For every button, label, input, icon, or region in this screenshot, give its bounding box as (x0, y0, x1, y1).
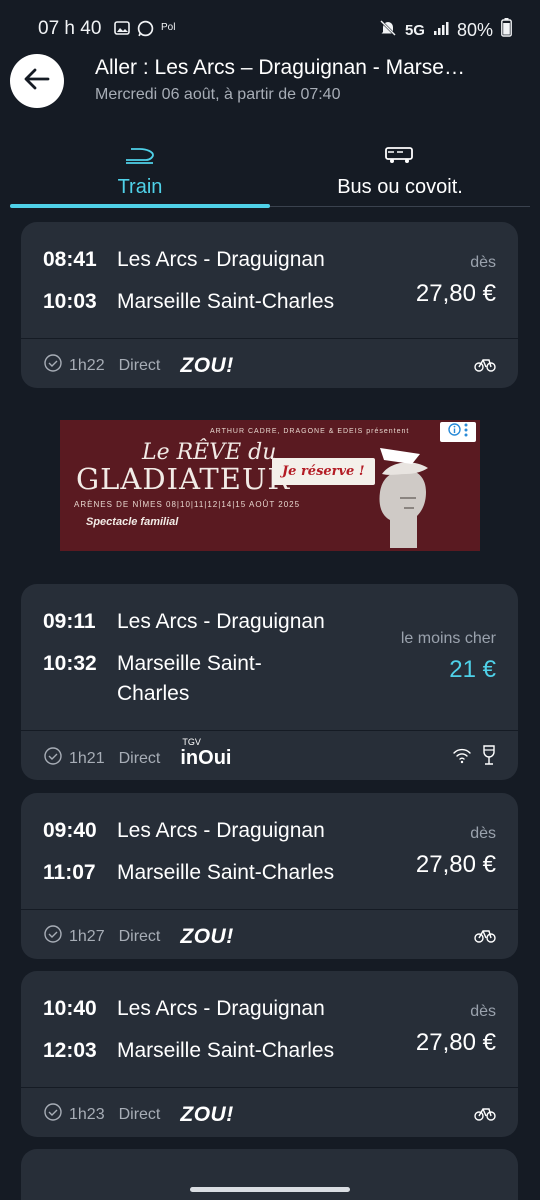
arrival-station-line2: Charles (117, 682, 190, 705)
card-divider (21, 909, 518, 910)
page-title: Aller : Les Arcs – Draguignan - Marse… (95, 56, 465, 79)
ad-presenters: ARTHUR CADRE, DRAGONE & EDEIS présentent (210, 428, 410, 435)
tab-active-indicator (10, 204, 270, 208)
duration: 1h21 (69, 749, 105, 767)
tab-train[interactable]: Train (10, 140, 270, 206)
bus-icon (383, 142, 417, 171)
tab-train-label: Train (117, 176, 163, 198)
journey-type: Direct (118, 749, 161, 767)
gallery-icon (114, 20, 130, 41)
clock-check-icon (43, 1102, 63, 1127)
train-icon (123, 142, 157, 171)
duration: 1h22 (69, 356, 105, 374)
advertisement-banner[interactable]: ARTHUR CADRE, DRAGONE & EDEIS présentent… (60, 420, 480, 551)
duration: 1h27 (69, 927, 105, 945)
departure-time: 09:40 (43, 819, 97, 842)
arrival-station: Marseille Saint-Charles (117, 861, 335, 884)
brand-logo: TGV inOui (180, 737, 232, 770)
journey-card[interactable]: 09:40 Les Arcs - Draguignan 11:07 Marsei… (21, 793, 518, 959)
page-subtitle: Mercredi 06 août, à partir de 07:40 (95, 86, 341, 103)
journey-card[interactable]: 08:41 Les Arcs - Draguignan 10:03 Marsei… (21, 222, 518, 388)
card-divider (21, 730, 518, 731)
brand-small-label: TGV (182, 737, 201, 747)
status-bar: 07 h 40 Pol 5G 80% (0, 0, 540, 58)
network-type: 5G (404, 21, 425, 39)
more-vertical-icon (464, 423, 468, 442)
whatsapp-icon (137, 20, 154, 42)
journey-type: Direct (118, 927, 161, 945)
bike-icon (474, 356, 496, 377)
departure-time: 08:41 (43, 248, 97, 271)
arrival-station: Marseille Saint-Charles (117, 290, 335, 313)
arrival-time: 11:07 (43, 861, 96, 884)
journey-card-partial[interactable] (21, 1149, 518, 1200)
status-right: 5G 80% (379, 18, 512, 42)
tab-bus[interactable]: Bus ou covoit. (270, 140, 530, 206)
signal-icon (433, 20, 449, 41)
journey-type: Direct (118, 356, 161, 374)
journey-footer: 1h22 Direct ZOU! (43, 353, 234, 378)
bike-icon (474, 1105, 496, 1126)
journey-type: Direct (118, 1105, 161, 1123)
tab-bus-label: Bus ou covoit. (337, 176, 463, 198)
wifi-icon (452, 746, 472, 769)
brand-name: inOui (180, 747, 232, 769)
price: 27,80 € (415, 851, 496, 878)
journey-footer: 1h21 Direct TGV inOui (43, 737, 232, 771)
departure-station: Les Arcs - Draguignan (117, 997, 325, 1020)
card-divider (21, 1087, 518, 1088)
departure-time: 09:11 (43, 610, 96, 633)
ad-choices-button[interactable] (440, 422, 476, 442)
back-button[interactable] (10, 54, 64, 108)
journey-card[interactable]: 10:40 Les Arcs - Draguignan 12:03 Marsei… (21, 971, 518, 1137)
bar-icon (482, 744, 496, 771)
arrival-time: 12:03 (43, 1039, 97, 1062)
ad-title-line2: GLADIATEUR (76, 462, 291, 496)
price-label: le moins cher (400, 630, 496, 647)
info-icon (448, 423, 461, 441)
journey-card[interactable]: 09:11 Les Arcs - Draguignan 10:32 Marsei… (21, 584, 518, 780)
mute-icon (379, 19, 397, 42)
departure-station: Les Arcs - Draguignan (117, 610, 325, 633)
status-time: 07 h 40 (38, 18, 102, 39)
clock-check-icon (43, 924, 63, 949)
journey-footer: 1h23 Direct ZOU! (43, 1102, 234, 1127)
arrival-time: 10:03 (43, 290, 97, 313)
price-label: dès (470, 254, 496, 271)
price-label: dès (470, 825, 496, 842)
arrival-station: Marseille Saint-Charles (117, 1039, 335, 1062)
brand-logo: ZOU! (180, 1102, 234, 1126)
price: 27,80 € (415, 1029, 496, 1056)
journey-footer: 1h27 Direct ZOU! (43, 924, 234, 949)
status-app-label: Pol (161, 22, 176, 33)
departure-station: Les Arcs - Draguignan (117, 819, 325, 842)
gladiator-statue-image (360, 440, 450, 551)
battery-percent: 80% (456, 19, 493, 40)
brand-logo: ZOU! (180, 924, 234, 948)
ad-dates: ARÈNES DE NÎMES 08|10|11|12|14|15 AOÛT 2… (74, 500, 301, 509)
departure-time: 10:40 (43, 997, 97, 1020)
price: 21 € (449, 656, 496, 683)
duration: 1h23 (69, 1105, 105, 1123)
card-divider (21, 338, 518, 339)
departure-station: Les Arcs - Draguignan (117, 248, 325, 271)
home-indicator[interactable] (190, 1187, 350, 1192)
brand-logo: ZOU! (180, 353, 234, 377)
price: 27,80 € (415, 280, 496, 307)
bike-icon (474, 927, 496, 948)
price-label: dès (470, 1003, 496, 1020)
clock-check-icon (43, 353, 63, 378)
clock-check-icon (43, 746, 63, 771)
arrival-station-line1: Marseille Saint- (117, 652, 262, 675)
ad-tagline: Spectacle familial (86, 516, 179, 528)
battery-icon (501, 18, 512, 42)
arrival-time: 10:32 (43, 652, 97, 675)
arrow-left-icon (24, 68, 50, 95)
